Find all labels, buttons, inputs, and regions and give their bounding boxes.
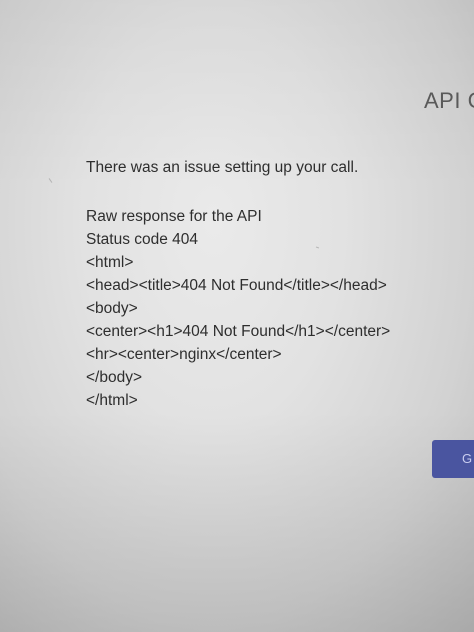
response-line: </html> — [86, 392, 138, 409]
screen-speck — [48, 178, 53, 183]
response-line: Status code 404 — [86, 231, 199, 248]
primary-action-button[interactable]: G — [432, 440, 474, 478]
response-line: <head><title>404 Not Found</title></head… — [86, 277, 387, 294]
error-summary: There was an issue setting up your call. — [86, 159, 359, 176]
error-message-panel: There was an issue setting up your call.… — [86, 156, 390, 412]
page-title: API C — [424, 88, 474, 113]
response-line: Raw response for the API — [86, 208, 262, 225]
response-line: <body> — [86, 300, 138, 317]
response-line: </body> — [86, 369, 143, 386]
response-line: <html> — [86, 254, 134, 271]
response-line: <center><h1>404 Not Found</h1></center> — [86, 323, 391, 340]
response-line: <hr><center>nginx</center> — [86, 346, 282, 363]
